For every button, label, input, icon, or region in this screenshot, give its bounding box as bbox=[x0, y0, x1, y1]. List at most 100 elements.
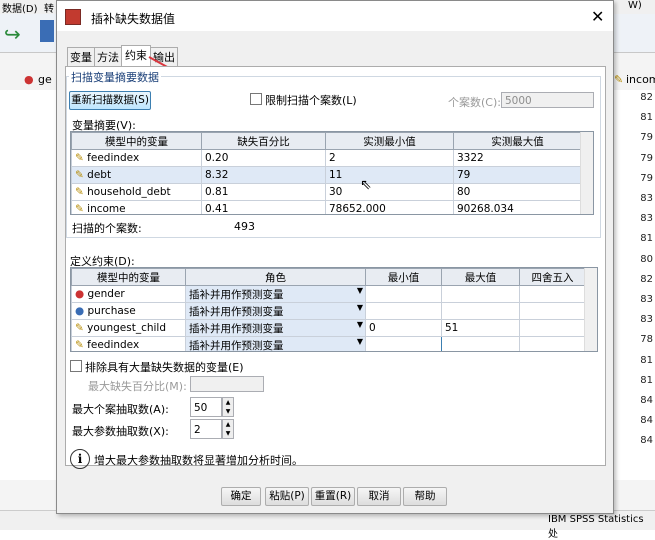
info-icon: i bbox=[70, 449, 90, 469]
tab-variables[interactable]: 变量 bbox=[67, 47, 95, 67]
background-cell-value: 83 bbox=[640, 213, 653, 225]
summary-missing: 0.81 bbox=[201, 183, 326, 201]
cancel-button[interactable]: 取消 bbox=[357, 487, 401, 506]
background-menu-item[interactable]: 转 bbox=[44, 0, 54, 15]
constraint-max[interactable] bbox=[441, 302, 520, 320]
help-button[interactable]: 帮助 bbox=[403, 487, 447, 506]
constraints-header: 最小值 bbox=[365, 268, 442, 286]
limit-scan-checkbox[interactable] bbox=[250, 93, 262, 105]
background-cell-value: 80 bbox=[640, 253, 653, 265]
constraint-min[interactable] bbox=[365, 302, 442, 320]
exclude-variables-checkbox[interactable] bbox=[70, 360, 82, 372]
chevron-down-icon[interactable]: ▼ bbox=[357, 304, 363, 313]
column-header-right[interactable]: incom bbox=[626, 73, 655, 86]
constraints-scrollbar[interactable] bbox=[584, 268, 597, 351]
table-row[interactable]: ✎ income 0.41 78652.000 90268.034 bbox=[71, 200, 582, 215]
max-case-draws-label: 最大个案抽取数(A): bbox=[72, 403, 169, 416]
summary-max: 80 bbox=[453, 183, 582, 201]
background-cell-value: 78 bbox=[640, 334, 653, 346]
max-case-draws-stepper[interactable]: ▲ ▼ bbox=[222, 397, 234, 417]
constraint-max[interactable] bbox=[441, 336, 520, 351]
role-select[interactable]: 插补并用作预测变量 bbox=[189, 323, 284, 335]
summary-header: 模型中的变量 bbox=[71, 132, 202, 150]
constraint-round[interactable] bbox=[519, 302, 586, 320]
constraint-round[interactable] bbox=[519, 319, 586, 337]
ok-button[interactable]: 确定 bbox=[221, 487, 261, 506]
undo-arrow-icon[interactable]: ↪ bbox=[4, 22, 21, 46]
nominal-variable-icon: ● bbox=[24, 73, 34, 86]
paste-button[interactable]: 粘贴(P) bbox=[265, 487, 309, 506]
background-cell-value: 83 bbox=[640, 294, 653, 305]
constraint-min[interactable] bbox=[365, 336, 442, 351]
summary-scrollbar[interactable] bbox=[580, 132, 593, 214]
scan-summary-group-title: 扫描变量摘要数据 bbox=[69, 69, 161, 85]
background-cell-value: 81 bbox=[640, 233, 653, 245]
table-row[interactable]: ● gender 插补并用作预测变量 ▼ bbox=[71, 285, 586, 303]
chevron-down-icon[interactable]: ▼ bbox=[357, 321, 363, 330]
tab-method[interactable]: 方法 bbox=[94, 47, 122, 67]
max-param-draws-stepper[interactable]: ▲ ▼ bbox=[222, 419, 234, 439]
reset-button[interactable]: 重置(R) bbox=[311, 487, 355, 506]
constraint-round[interactable] bbox=[519, 336, 586, 351]
max-missing-label: 最大缺失百分比(M): bbox=[88, 380, 187, 393]
variable-summary-table[interactable]: 模型中的变量 缺失百分比 实测最小值 实测最大值 ✎ feedindex 0.2… bbox=[70, 131, 594, 215]
nominal-variable-icon: ● bbox=[75, 305, 85, 317]
role-select[interactable]: 插补并用作预测变量 bbox=[189, 289, 284, 301]
table-row[interactable]: ● purchase 插补并用作预测变量 ▼ bbox=[71, 302, 586, 320]
scale-variable-icon: ✎ bbox=[75, 169, 84, 181]
dialog-titlebar[interactable]: 插补缺失数据值 ✕ bbox=[57, 1, 613, 31]
max-missing-input[interactable] bbox=[190, 376, 264, 392]
summary-var: income bbox=[87, 203, 126, 215]
scale-variable-icon: ✎ bbox=[75, 186, 84, 198]
summary-missing: 0.20 bbox=[201, 149, 326, 167]
nominal-variable-icon: ● bbox=[75, 288, 85, 300]
summary-min: 11 bbox=[325, 166, 454, 184]
constraint-min[interactable] bbox=[365, 285, 442, 303]
background-cell-value: 83 bbox=[640, 314, 653, 326]
constraint-min[interactable]: 0 bbox=[365, 319, 442, 337]
mouse-cursor-icon: ⇖ bbox=[360, 177, 372, 193]
data-table-icon[interactable] bbox=[40, 20, 54, 42]
constraint-max[interactable]: 51 bbox=[441, 319, 520, 337]
background-value-column: 82 81 79 79 79 83 83 81 80 82 83 83 78 81 81 84 84 84 bbox=[612, 90, 655, 480]
cases-label: 个案数(C): bbox=[448, 96, 501, 109]
status-text: IBM SPSS Statistics 处 bbox=[548, 514, 644, 540]
constraints-header: 四舍五入 bbox=[519, 268, 586, 286]
scale-variable-icon: ✎ bbox=[75, 203, 84, 215]
table-row[interactable]: ✎ youngest_child 插补并用作预测变量 ▼ 0 51 bbox=[71, 319, 586, 337]
scale-variable-icon: ✎ bbox=[614, 73, 624, 86]
summary-var: feedindex bbox=[87, 152, 140, 164]
table-row[interactable]: ✎ feedindex 插补并用作预测变量 ▼ bbox=[71, 336, 586, 352]
constraints-header: 最大值 bbox=[441, 268, 520, 286]
background-menu-item[interactable]: W) bbox=[628, 0, 642, 11]
max-param-draws-input[interactable]: 2 bbox=[190, 419, 222, 439]
max-case-draws-input[interactable]: 50 bbox=[190, 397, 222, 417]
column-header-left[interactable]: ge bbox=[38, 73, 52, 86]
cases-input[interactable]: 5000 bbox=[501, 92, 594, 108]
role-select[interactable]: 插补并用作预测变量 bbox=[189, 306, 284, 318]
constraint-max[interactable] bbox=[441, 285, 520, 303]
background-cell-value: 81 bbox=[640, 374, 653, 386]
table-row[interactable]: ✎ debt 8.32 11 79 bbox=[71, 166, 582, 184]
summary-header: 缺失百分比 bbox=[201, 132, 326, 150]
summary-max: 79 bbox=[453, 166, 582, 184]
background-cell-value: 84 bbox=[640, 435, 653, 447]
role-select[interactable]: 插补并用作预测变量 bbox=[189, 340, 284, 352]
summary-min: 2 bbox=[325, 149, 454, 167]
chevron-down-icon[interactable]: ▼ bbox=[357, 338, 363, 347]
constraints-table[interactable]: 模型中的变量 角色 最小值 最大值 四舍五入 ● gender 插补并用作预测变… bbox=[70, 267, 598, 352]
table-row[interactable]: ✎ feedindex 0.20 2 3322 bbox=[71, 149, 582, 167]
constraints-panel: 扫描变量摘要数据 重新扫描数据(S) 限制扫描个案数(L) 个案数(C): 50… bbox=[65, 66, 606, 469]
scanned-cases-label: 扫描的个案数: bbox=[72, 222, 142, 235]
rescan-data-button[interactable]: 重新扫描数据(S) bbox=[69, 91, 151, 110]
close-icon[interactable]: ✕ bbox=[591, 7, 604, 26]
background-menu-item[interactable]: 数据(D) bbox=[2, 0, 38, 15]
table-row[interactable]: ✎ household_debt 0.81 30 80 bbox=[71, 183, 582, 201]
constraint-round[interactable] bbox=[519, 285, 586, 303]
background-cell-value: 83 bbox=[640, 193, 653, 204]
scale-variable-icon: ✎ bbox=[75, 152, 84, 164]
constraint-var: youngest_child bbox=[87, 322, 166, 334]
spss-app-icon bbox=[65, 9, 81, 25]
chevron-down-icon[interactable]: ▼ bbox=[357, 287, 363, 296]
exclude-variables-label: 排除具有大量缺失数据的变量(E) bbox=[85, 361, 244, 374]
